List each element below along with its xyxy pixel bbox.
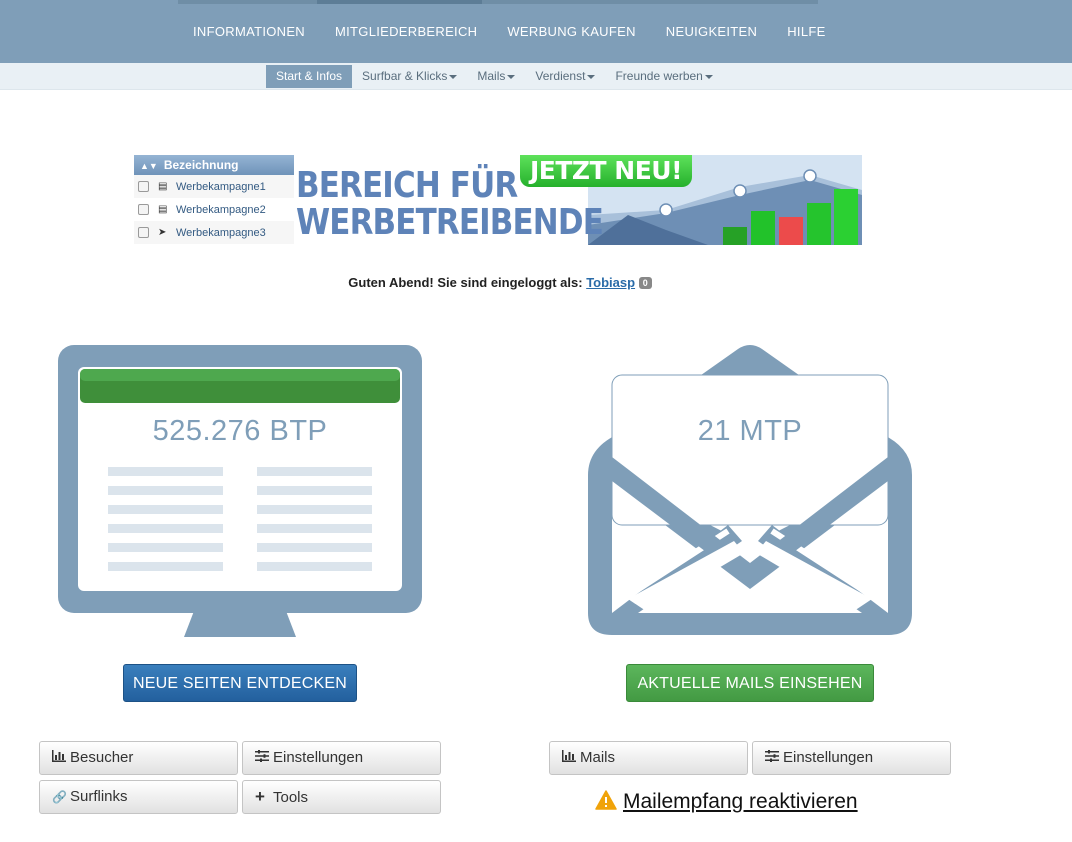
banner-campaign-table: ▲▼ Bezeichnung ▤ Werbekampagne1 ▤ Werbekamp… [134,155,294,245]
subnav-freunde-werben[interactable]: Freunde werben [605,65,722,88]
surfbar-points-value: 525.276 BTP [152,415,328,447]
view-mails-button[interactable]: AKTUELLE MAILS EINSEHEN [626,664,874,702]
subnav-verdienst[interactable]: Verdienst [525,65,605,88]
checkbox-icon [138,227,149,238]
nav-mitgliederbereich[interactable]: MITGLIEDERBEREICH [320,24,492,39]
monitor-illustration: 525.276 BTP [58,345,422,637]
caret-down-icon [449,74,458,79]
envelope-icon [588,345,912,635]
monitor-icon [58,345,422,637]
nav-informationen[interactable]: INFORMATIONEN [178,24,320,39]
mails-stats-button[interactable]: Mails [549,741,748,775]
banner-row: ➤ Werbekampagne3 [134,221,294,244]
bar-chart-icon [52,742,70,774]
document-icon: ▤ [158,204,168,215]
username-link[interactable]: Tobiasp [586,275,635,290]
tools-button[interactable]: + Tools [242,780,441,814]
subnav-start-infos[interactable]: Start & Infos [266,65,353,88]
surflinks-button[interactable]: 🔗 Surflinks [39,780,238,814]
mail-settings-button[interactable]: Einstellungen [752,741,951,775]
banner-row: ▤ Werbekampagne1 [134,175,294,198]
mail-points-value: 21 MTP [697,415,803,447]
banner-badge: JETZT NEU! [520,155,692,187]
warning-icon [595,790,617,810]
cursor-icon: ➤ [158,227,167,238]
reactivate-mail-link[interactable]: Mailempfang reaktivieren [595,790,858,814]
visitors-button[interactable]: Besucher [39,741,238,775]
greeting: Guten Abend! Sie sind eingeloggt als: To… [0,275,1000,290]
nav-werbung-kaufen[interactable]: WERBUNG KAUFEN [492,24,650,39]
discover-pages-button[interactable]: NEUE SEITEN ENTDECKEN [123,664,357,702]
surfbar-settings-button[interactable]: Einstellungen [242,741,441,775]
sliders-icon [765,742,783,774]
checkbox-icon [138,181,149,192]
document-icon: ▤ [158,181,168,192]
nav-neuigkeiten[interactable]: NEUIGKEITEN [651,24,772,39]
sliders-icon [255,742,273,774]
link-icon: 🔗 [52,790,67,804]
mail-illustration: 21 MTP [588,345,912,637]
bar-chart-icon [562,742,580,774]
top-navigation: INFORMATIONEN MITGLIEDERBEREICH WERBUNG … [0,0,1072,63]
caret-down-icon [587,74,596,79]
banner-table-header: Bezeichnung [163,158,239,172]
subnav-surfbar-klicks[interactable]: Surfbar & Klicks [352,65,467,88]
notification-badge: 0 [638,277,652,289]
nav-hilfe[interactable]: HILFE [772,24,840,39]
sort-icon: ▲▼ [140,161,158,171]
sub-navigation: Start & Infos Surfbar & Klicks Mails Ver… [0,63,1072,90]
caret-down-icon [507,74,516,79]
advertiser-banner[interactable]: ▲▼ Bezeichnung ▤ Werbekampagne1 ▤ Werbekamp… [134,155,862,245]
caret-down-icon [704,74,713,79]
plus-icon: + [255,787,265,806]
subnav-mails[interactable]: Mails [467,65,525,88]
banner-row: ▤ Werbekampagne2 [134,198,294,221]
checkbox-icon [138,204,149,215]
greeting-text: Guten Abend! Sie sind eingeloggt als: [348,275,583,290]
